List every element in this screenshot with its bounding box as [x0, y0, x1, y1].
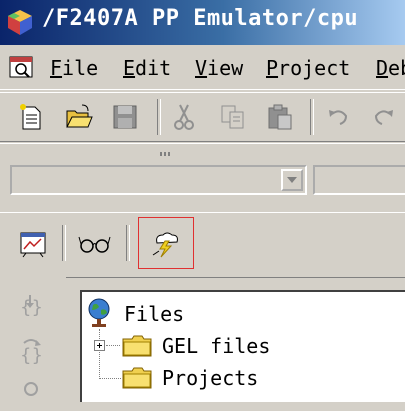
menu-project[interactable]: Project	[266, 56, 350, 80]
tree-line	[99, 378, 121, 380]
toolbar-separator	[126, 225, 130, 261]
cut-icon[interactable]	[167, 100, 201, 134]
standard-toolbar	[0, 92, 405, 142]
app-cube-icon	[8, 10, 32, 35]
paste-icon[interactable]	[263, 100, 297, 134]
toolbar-separator	[62, 225, 66, 261]
vertical-toolbar: {} {}	[0, 277, 66, 396]
lightning-cloud-icon[interactable]	[149, 227, 183, 261]
svg-text:{}: {}	[20, 297, 43, 318]
step-over-icon[interactable]: {}	[14, 335, 48, 369]
folder-icon	[122, 367, 152, 389]
folder-icon	[122, 335, 152, 357]
menu-edit[interactable]: Edit	[123, 56, 171, 80]
redo-icon[interactable]	[366, 100, 400, 134]
copy-icon[interactable]	[216, 100, 250, 134]
save-icon[interactable]	[108, 100, 142, 134]
config-toolbar	[0, 143, 405, 213]
svg-text:{}: {}	[20, 345, 43, 366]
new-file-icon[interactable]	[14, 100, 48, 134]
expand-plus-icon[interactable]	[94, 340, 105, 351]
menu-bar: File Edit View Project Deb	[0, 47, 405, 90]
menu-file[interactable]: File	[50, 56, 98, 80]
menu-debug[interactable]: Deb	[376, 56, 405, 80]
chevron-down-icon[interactable]	[281, 169, 303, 191]
tree-item-projects[interactable]: Projects	[162, 366, 258, 390]
window-menu-icon[interactable]	[8, 55, 34, 81]
project-tree-panel[interactable]: Files GEL files Projects	[80, 290, 405, 402]
right-combo-box[interactable]	[313, 165, 405, 195]
tree-line	[106, 345, 120, 347]
tree-line	[99, 329, 101, 379]
toolbar-separator	[157, 99, 161, 135]
toolbar-separator	[310, 99, 314, 135]
project-toolbar	[0, 212, 405, 278]
watch-glasses-icon[interactable]	[78, 227, 112, 261]
step-out-icon[interactable]	[14, 377, 48, 411]
menu-view[interactable]: View	[195, 56, 243, 80]
toolbar-grip[interactable]	[160, 152, 172, 156]
undo-icon[interactable]	[322, 100, 356, 134]
tree-root-label[interactable]: Files	[124, 302, 184, 326]
tree-item-gel-files[interactable]: GEL files	[162, 334, 270, 358]
window-title: /F2407A PP Emulator/cpu	[42, 6, 359, 31]
left-combo-box[interactable]	[10, 165, 307, 195]
chart-icon[interactable]	[16, 227, 50, 261]
globe-files-icon	[88, 298, 110, 327]
title-bar[interactable]: /F2407A PP Emulator/cpu	[0, 0, 405, 45]
open-folder-icon[interactable]	[62, 100, 96, 134]
step-into-icon[interactable]: {}	[14, 289, 48, 323]
